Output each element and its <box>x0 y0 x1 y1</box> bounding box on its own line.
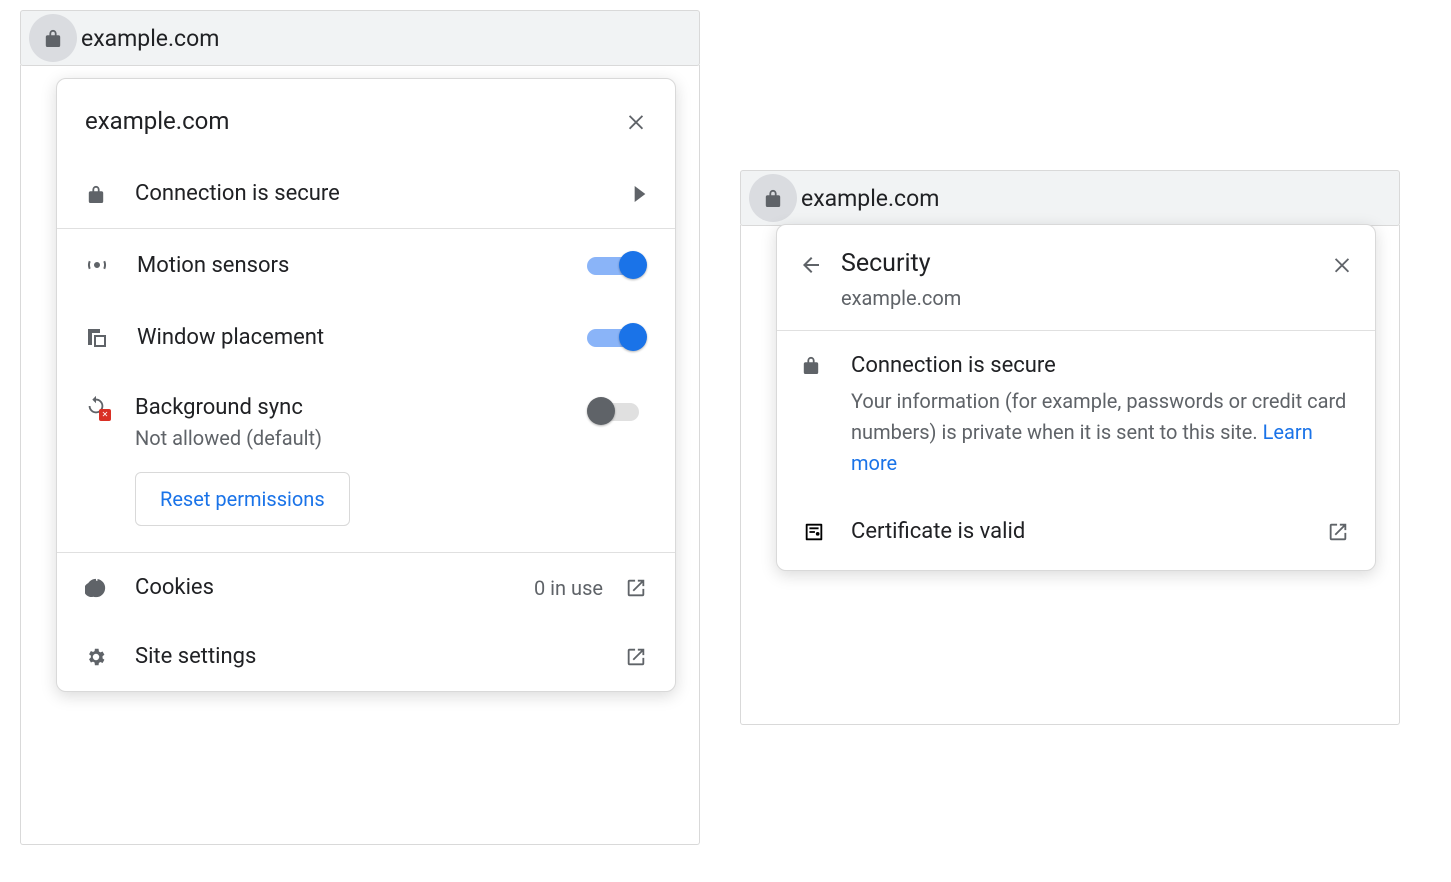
perm-toggle-bgsync[interactable] <box>587 397 647 425</box>
chevron-right-icon <box>633 186 647 202</box>
open-in-new-icon <box>1327 521 1349 543</box>
cookies-label: Cookies <box>135 575 506 600</box>
perm-sub: Not allowed (default) <box>135 426 559 450</box>
perm-label: Window placement <box>137 325 559 350</box>
site-info-chip[interactable] <box>29 14 77 62</box>
motion-sensors-icon <box>85 253 109 277</box>
lock-icon <box>45 29 61 47</box>
close-icon[interactable] <box>625 110 647 132</box>
site-settings-label: Site settings <box>135 644 597 669</box>
site-info-chip[interactable] <box>749 174 797 222</box>
cookies-count: 0 in use <box>534 576 603 600</box>
reset-permissions-button[interactable]: Reset permissions <box>135 472 350 526</box>
address-text[interactable]: example.com <box>81 25 219 52</box>
perm-toggle-window[interactable] <box>587 323 647 351</box>
popup-title: example.com <box>85 107 229 135</box>
perm-row-motion: Motion sensors <box>57 229 675 301</box>
left-screenshot: example.com example.com Connection is se… <box>20 10 700 845</box>
address-bar[interactable]: example.com <box>20 10 700 66</box>
connection-desc: Your information (for example, passwords… <box>851 386 1349 479</box>
open-in-new-icon <box>625 577 647 599</box>
open-in-new-icon <box>625 646 647 668</box>
security-title: Security <box>841 249 1313 278</box>
perm-label: Background sync <box>135 395 559 420</box>
perm-row-window: Window placement <box>57 301 675 373</box>
lock-icon <box>88 185 104 203</box>
certificate-icon <box>803 521 825 543</box>
connection-label: Connection is secure <box>135 181 605 206</box>
address-bar[interactable]: example.com <box>740 170 1400 226</box>
right-screenshot: example.com Security example.com Connect… <box>740 170 1400 725</box>
cookies-row[interactable]: Cookies 0 in use <box>57 553 675 622</box>
certificate-row[interactable]: Certificate is valid <box>777 501 1375 570</box>
background-sync-blocked-icon <box>85 395 107 417</box>
connection-details: Connection is secure Your information (f… <box>777 331 1375 501</box>
lock-icon <box>765 189 781 207</box>
cookie-icon <box>85 577 107 599</box>
security-popup: Security example.com Connection is secur… <box>776 224 1376 571</box>
certificate-label: Certificate is valid <box>851 519 1301 544</box>
perm-row-bgsync: Background sync Not allowed (default) <box>57 373 675 472</box>
close-icon[interactable] <box>1331 253 1353 275</box>
address-text[interactable]: example.com <box>801 185 939 212</box>
lock-icon <box>803 356 819 374</box>
window-placement-icon <box>85 325 109 349</box>
perm-label: Motion sensors <box>137 253 559 278</box>
connection-heading: Connection is secure <box>851 353 1349 378</box>
security-sub: example.com <box>841 286 1313 310</box>
back-arrow-icon[interactable] <box>799 253 823 277</box>
gear-icon <box>85 646 107 668</box>
site-info-popup: example.com Connection is secure Motion … <box>56 78 676 692</box>
perm-toggle-motion[interactable] <box>587 251 647 279</box>
connection-row[interactable]: Connection is secure <box>57 159 675 228</box>
site-settings-row[interactable]: Site settings <box>57 622 675 691</box>
